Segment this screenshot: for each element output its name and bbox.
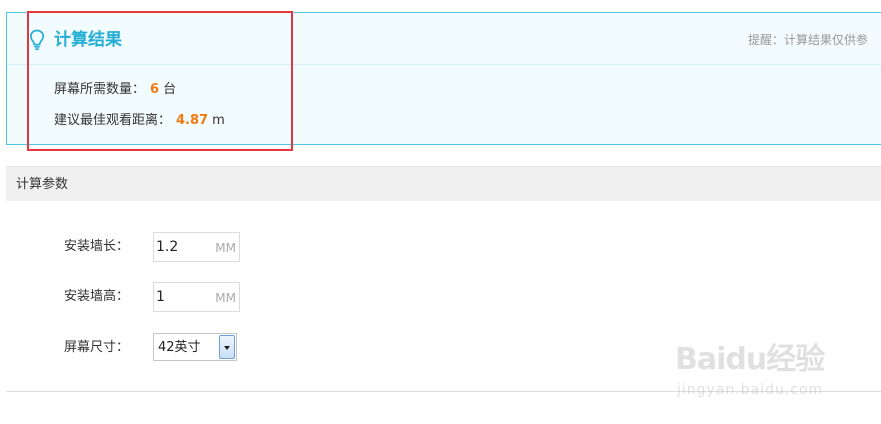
wall-length-unit: MM [215, 241, 236, 255]
result-header: 计算结果 提醒：计算结果仅供参 [7, 13, 881, 65]
viewing-distance-label: 建议最佳观看距离： [54, 113, 172, 128]
wall-length-label: 安装墙长： [64, 239, 130, 254]
wall-length-value: 1.2 [156, 239, 179, 255]
result-title: 计算结果 [54, 30, 122, 50]
result-hint: 提醒：计算结果仅供参 [748, 33, 869, 47]
result-panel: 计算结果 提醒：计算结果仅供参 屏幕所需数量： 6 台 建议最佳观看距离： 4.87 m [6, 12, 881, 145]
params-title: 计算参数 [16, 177, 69, 192]
screen-count-line: 屏幕所需数量： 6 台 [54, 81, 176, 99]
viewing-distance-line: 建议最佳观看距离： 4.87 m [54, 112, 225, 130]
wall-height-value: 1 [156, 289, 165, 305]
lightbulb-icon [29, 29, 45, 51]
watermark-text: Baidu经验 [675, 342, 825, 377]
screen-count-label: 屏幕所需数量： [54, 82, 146, 97]
wall-height-input[interactable]: 1 MM [153, 282, 240, 312]
section-divider [6, 391, 881, 392]
screen-size-value: 42英寸 [158, 340, 201, 355]
screen-size-select[interactable]: 42英寸 [153, 333, 237, 361]
wall-height-unit: MM [215, 291, 236, 305]
screen-size-label: 屏幕尺寸： [64, 340, 130, 355]
screen-count-value: 6 [150, 82, 160, 97]
params-section-header: 计算参数 [6, 166, 881, 201]
wall-length-input[interactable]: 1.2 MM [153, 232, 240, 262]
wall-height-label: 安装墙高： [64, 289, 130, 304]
viewing-distance-value: 4.87 [176, 113, 209, 128]
watermark: Baidu经验 jingyan.baidu.com [675, 320, 875, 420]
viewing-distance-unit: m [212, 113, 225, 128]
watermark-subtext: jingyan.baidu.com [677, 382, 824, 398]
chevron-down-icon[interactable] [219, 335, 235, 359]
screen-count-unit: 台 [163, 82, 177, 97]
